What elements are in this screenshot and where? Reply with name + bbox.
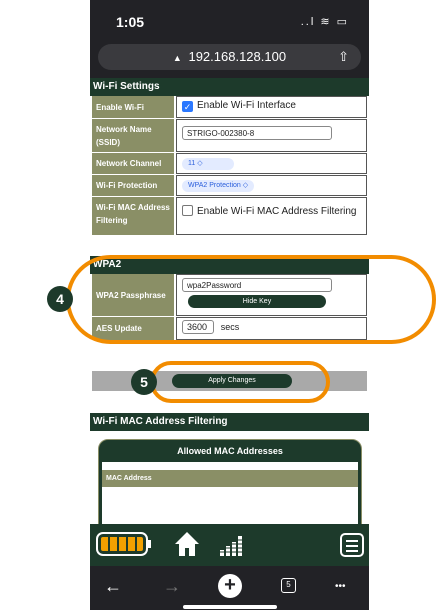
protection-cell: WPA2 Protection ◇ (176, 175, 367, 196)
apply-highlight-ring (150, 361, 330, 403)
browser-toolbar: ← → + 5 ••• (90, 566, 369, 610)
mac-filter-cell: Enable Wi-Fi MAC Address Filtering (176, 197, 367, 235)
home-icon[interactable] (174, 530, 200, 558)
allowed-mac-title: Allowed MAC Addresses (177, 446, 283, 456)
enable-wifi-cell: ✓ Enable Wi-Fi Interface (176, 96, 367, 118)
mac-address-header: MAC Address (102, 470, 358, 487)
protection-label: Wi-Fi Protection (92, 175, 174, 196)
allowed-mac-list: MAC Address (102, 462, 358, 528)
share-icon[interactable]: ⇧ (338, 44, 349, 70)
channel-row: Network Channel 11 ◇ (90, 153, 369, 175)
app-toolbar (90, 524, 369, 566)
status-icons: ..l ≋ ▭ (300, 16, 349, 28)
url-text: 192.168.128.100 (188, 49, 287, 64)
warning-icon: ▲ (172, 53, 182, 63)
mac-filter-label: Wi-Fi MAC Address Filtering (92, 197, 174, 235)
enable-wifi-label: Enable Wi-Fi (92, 96, 174, 118)
ssid-cell: STRIGO-002380-8 (176, 119, 367, 152)
new-tab-icon[interactable]: + (218, 574, 242, 598)
back-icon[interactable]: ← (104, 576, 122, 597)
home-indicator (183, 605, 277, 609)
channel-cell: 11 ◇ (176, 153, 367, 174)
status-time: 1:05 (116, 14, 145, 30)
forward-icon[interactable]: → (163, 576, 181, 597)
mac-filter-text: Enable Wi-Fi MAC Address Filtering (197, 206, 357, 217)
mac-filter-checkbox[interactable] (182, 205, 193, 216)
step-4-marker: 4 (47, 286, 73, 312)
mac-filter-row: Wi-Fi MAC Address Filtering Enable Wi-Fi… (90, 197, 369, 236)
ssid-label: Network Name (SSID) (92, 119, 174, 152)
menu-icon[interactable] (340, 533, 364, 557)
signal-grid-icon[interactable] (218, 532, 244, 558)
allowed-mac-panel: Allowed MAC Addresses MAC Address (98, 439, 362, 529)
more-icon[interactable]: ••• (335, 581, 346, 592)
enable-wifi-row: Enable Wi-Fi ✓ Enable Wi-Fi Interface (90, 96, 369, 119)
ssid-row: Network Name (SSID) STRIGO-002380-8 (90, 119, 369, 153)
protection-select[interactable]: WPA2 Protection ◇ (182, 180, 255, 192)
step-5-marker: 5 (131, 369, 157, 395)
protection-row: Wi-Fi Protection WPA2 Protection ◇ (90, 175, 369, 197)
battery-icon[interactable] (96, 532, 151, 556)
url-bar: ▲ 192.168.128.100 ⇧ (90, 38, 369, 78)
mac-filtering-title: Wi-Fi MAC Address Filtering (90, 413, 369, 431)
enable-wifi-text: Enable Wi-Fi Interface (197, 100, 296, 111)
wpa2-highlight-ring (66, 255, 436, 344)
wifi-settings-title: Wi-Fi Settings (90, 78, 369, 96)
channel-label: Network Channel (92, 153, 174, 174)
address-field[interactable]: ▲ 192.168.128.100 ⇧ (98, 44, 361, 70)
tabs-icon[interactable]: 5 (281, 578, 296, 593)
enable-wifi-checkbox[interactable]: ✓ (182, 101, 193, 112)
ssid-input[interactable]: STRIGO-002380-8 (182, 126, 332, 140)
channel-select[interactable]: 11 ◇ (182, 158, 234, 170)
status-bar: 1:05 ..l ≋ ▭ (90, 0, 369, 38)
